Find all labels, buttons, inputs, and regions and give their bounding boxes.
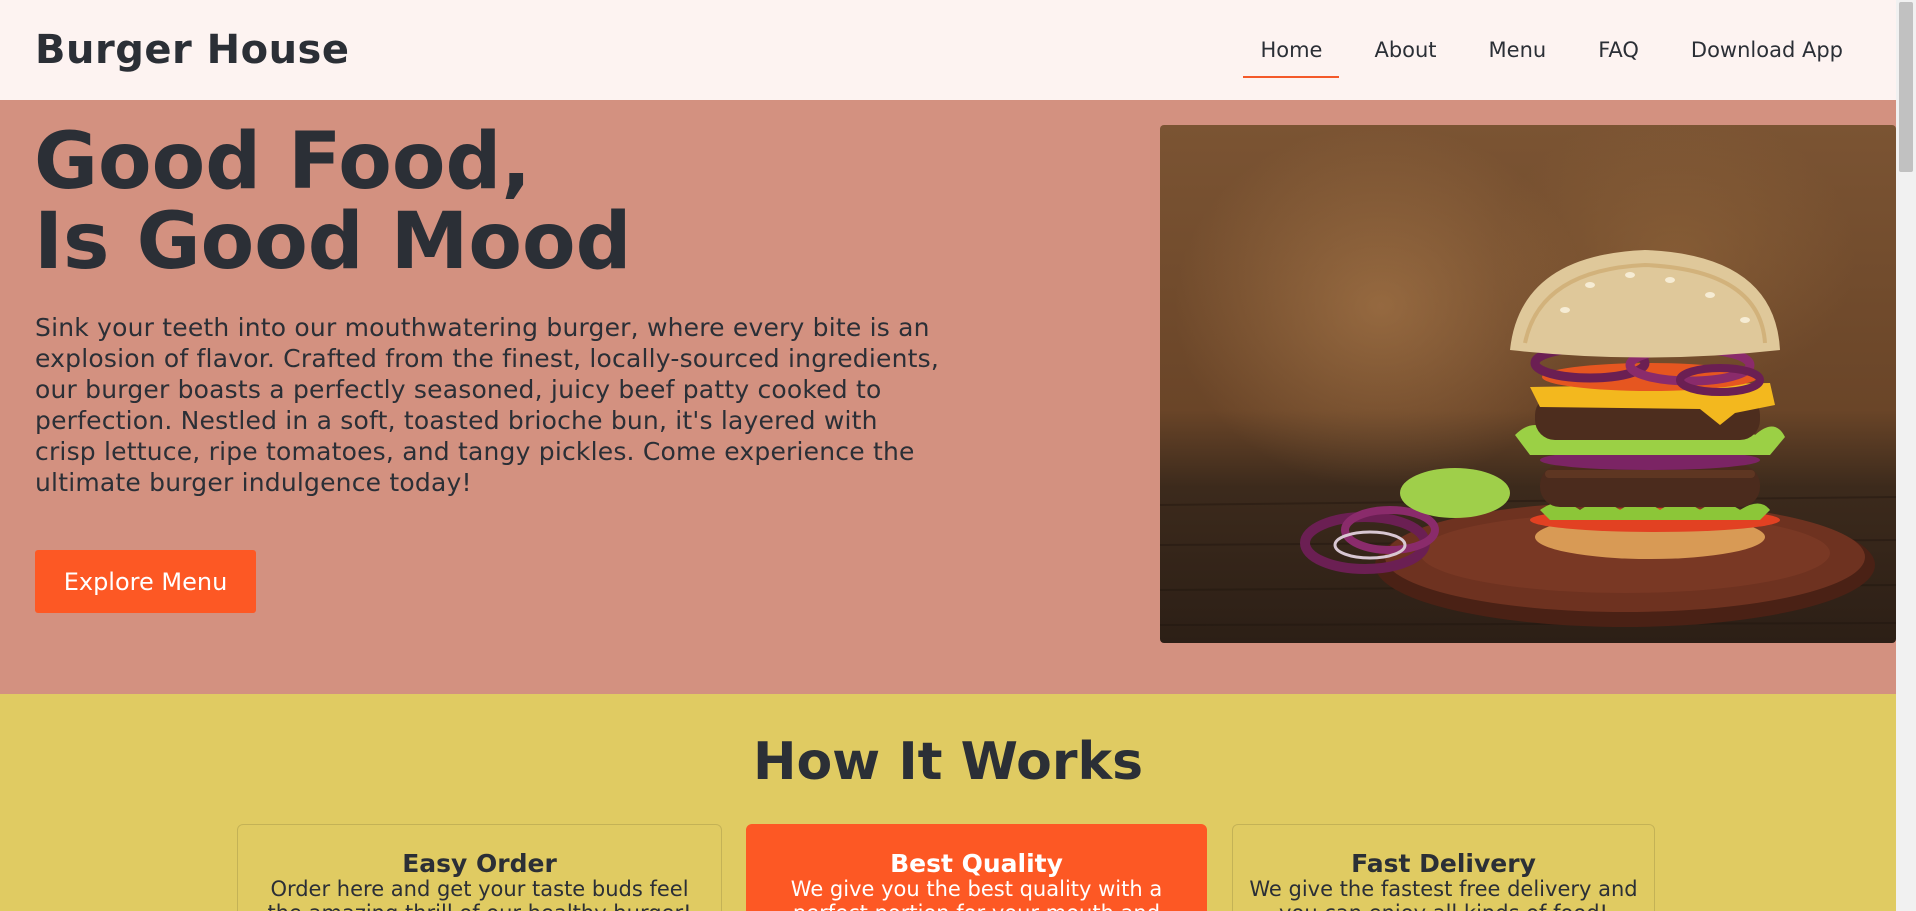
hero-title-line-2: Is Good Mood — [34, 197, 632, 287]
brand-logo[interactable]: Burger House — [35, 27, 349, 73]
how-it-works-section: How It Works Easy Order Order here and g… — [0, 694, 1896, 911]
card-title: Easy Order — [402, 849, 557, 878]
explore-menu-button[interactable]: Explore Menu — [35, 550, 256, 613]
how-it-works-title: How It Works — [752, 732, 1144, 792]
nav-item-download-app[interactable]: Download App — [1674, 30, 1860, 70]
nav-item-menu[interactable]: Menu — [1472, 30, 1564, 70]
hero-section: Good Food, Is Good Mood Sink your teeth … — [0, 100, 1896, 694]
burger-illustration — [1160, 250, 1896, 627]
hero-title: Good Food, Is Good Mood — [34, 122, 631, 282]
card-title: Best Quality — [890, 849, 1063, 878]
burger-photo — [1160, 125, 1896, 643]
card-text: We give the fastest free delivery and yo… — [1249, 877, 1638, 911]
nav-item-home[interactable]: Home — [1243, 30, 1340, 78]
card-text: Order here and get your taste buds feel … — [267, 877, 691, 911]
page-scrollbar[interactable] — [1896, 0, 1916, 911]
page: Burger House Home About Menu FAQ Downloa… — [0, 0, 1916, 911]
nav-item-faq[interactable]: FAQ — [1581, 30, 1656, 70]
card-fast-delivery: Fast Delivery We give the fastest free d… — [1232, 824, 1655, 911]
nav-links: Home About Menu FAQ Download App — [1225, 30, 1860, 78]
card-best-quality: Best Quality We give you the best qualit… — [746, 824, 1207, 911]
card-text: We give you the best quality with a perf… — [790, 877, 1163, 911]
hero-description: Sink your teeth into our mouthwatering b… — [35, 313, 939, 497]
scrollbar-thumb[interactable] — [1899, 2, 1913, 172]
hero-title-line-1: Good Food, — [34, 117, 531, 207]
nav-item-about[interactable]: About — [1357, 30, 1453, 70]
card-title: Fast Delivery — [1351, 849, 1536, 878]
card-easy-order: Easy Order Order here and get your taste… — [237, 824, 722, 911]
navbar: Burger House Home About Menu FAQ Downloa… — [0, 0, 1896, 100]
